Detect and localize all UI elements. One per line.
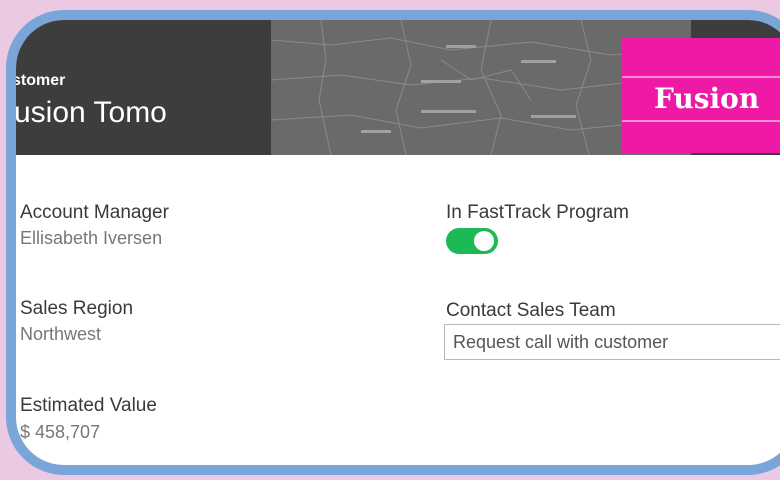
account-manager-label: Account Manager xyxy=(20,202,169,223)
contact-sales-label: Contact Sales Team xyxy=(446,300,616,321)
fasttrack-toggle[interactable] xyxy=(446,228,498,254)
header-label: stomer xyxy=(12,72,66,89)
customer-name: usion Tomo xyxy=(14,96,167,129)
card-header: stomer usion Tomo Fusion xyxy=(16,20,780,155)
estimated-value-value: $ 458,707 xyxy=(20,422,101,442)
sales-region-value: Northwest xyxy=(20,324,102,344)
toggle-knob xyxy=(474,231,494,251)
fasttrack-label: In FastTrack Program xyxy=(446,202,630,223)
sales-region-label: Sales Region xyxy=(20,298,134,319)
company-logo: Fusion xyxy=(622,38,780,153)
account-manager-value: Ellisabeth Iversen xyxy=(20,228,163,248)
logo-text: Fusion xyxy=(654,82,760,115)
contact-sales-input[interactable] xyxy=(444,324,780,360)
customer-card: stomer usion Tomo Fusion Account Manager… xyxy=(6,10,780,475)
estimated-value-label: Estimated Value xyxy=(20,395,157,416)
